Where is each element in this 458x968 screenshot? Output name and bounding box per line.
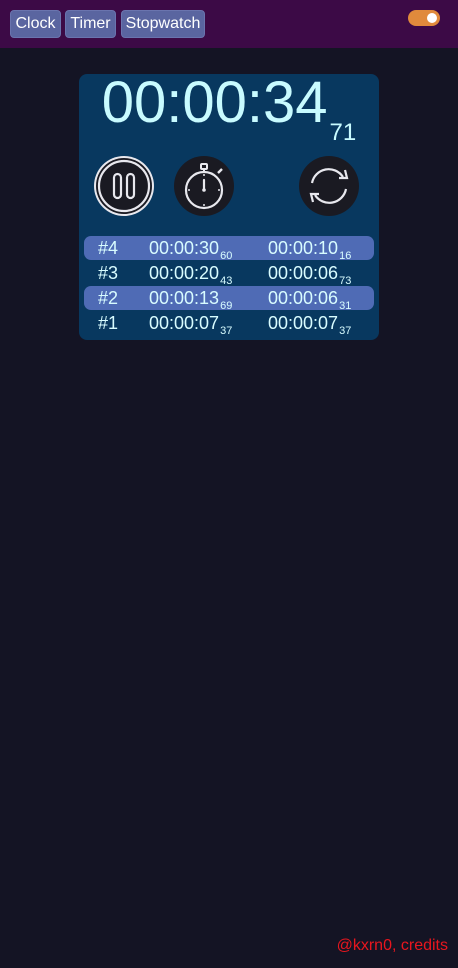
lap-number: #2 [98,288,119,308]
lap-total-centiseconds: 37 [220,325,233,337]
stopwatch-icon [174,156,234,216]
lap-number: #4 [98,238,119,258]
lap-total-main: 00:00:13 [149,288,220,308]
lap-split-main: 00:00:10 [268,238,339,258]
pause-icon [94,156,154,216]
pause-button[interactable] [94,156,154,216]
reset-button[interactable] [299,156,359,216]
elapsed-time-display: 00:00:3471 [79,74,379,160]
toggle-knob [427,13,437,23]
timer-tab-button[interactable]: Timer [65,10,116,38]
clock-tab-button[interactable]: Clock [10,10,61,38]
lap-split-main: 00:00:07 [268,313,339,333]
stopwatch-tab-button[interactable]: Stopwatch [121,10,205,38]
theme-toggle[interactable] [408,10,440,26]
lap-row: #4 00:00:3060 00:00:1016 [84,236,374,262]
lap-split-main: 00:00:06 [268,288,339,308]
lap-total-main: 00:00:07 [149,313,220,333]
top-bar: Clock Timer Stopwatch [0,0,458,48]
elapsed-time-main: 00:00:34 [101,70,328,135]
lap-row: #2 00:00:1369 00:00:0631 [84,286,374,312]
lap-row: #3 00:00:2043 00:00:0673 [84,261,374,287]
elapsed-time-centiseconds: 71 [329,119,357,146]
lap-row: #1 00:00:0737 00:00:0737 [84,311,374,337]
lap-number: #3 [98,263,119,283]
lap-split-centiseconds: 37 [339,325,352,337]
lap-split-time: 00:00:0737 [268,311,351,343]
credits-link[interactable]: @kxrn0, credits [337,937,448,955]
lap-split-main: 00:00:06 [268,263,339,283]
stopwatch-card: 00:00:3471 #4 00:00:3060 00:00:1016 #3 0… [79,74,379,340]
lap-total-time: 00:00:0737 [149,311,232,343]
lap-list: #4 00:00:3060 00:00:1016 #3 00:00:2043 00:00:… [84,236,374,337]
lap-number: #1 [98,313,119,333]
lap-total-main: 00:00:30 [149,238,220,258]
lap-total-main: 00:00:20 [149,263,220,283]
reset-icon [299,156,359,216]
lap-button[interactable] [174,156,234,216]
